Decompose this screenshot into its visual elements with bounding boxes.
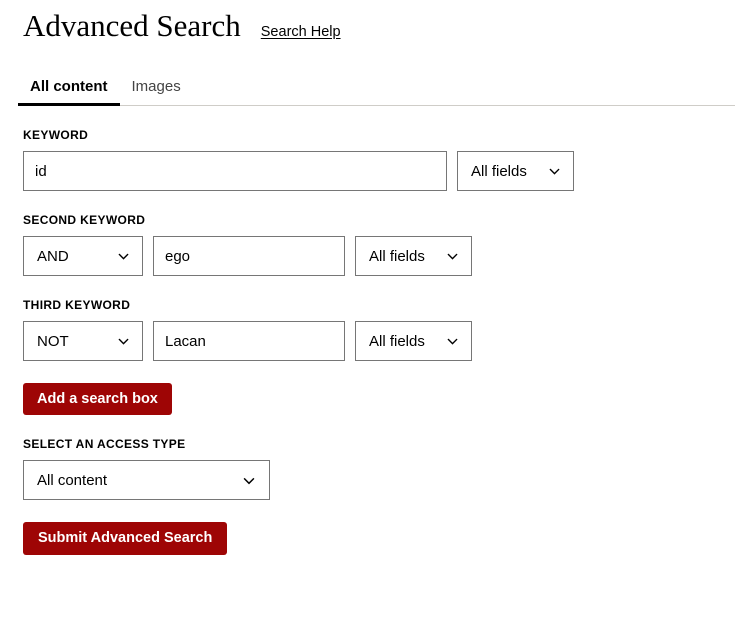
second-keyword-input[interactable]: [153, 236, 345, 276]
keyword-section: KEYWORD All fields: [23, 128, 743, 191]
second-keyword-row: AND All fields: [23, 236, 743, 276]
chevron-down-icon: [548, 165, 561, 178]
search-help-link[interactable]: Search Help: [261, 24, 341, 40]
chevron-down-icon: [117, 250, 130, 263]
third-keyword-field-select-value: All fields: [369, 332, 425, 350]
third-keyword-operator-value: NOT: [37, 332, 69, 350]
second-keyword-field-select[interactable]: All fields: [355, 236, 472, 276]
keyword-field-select[interactable]: All fields: [457, 151, 574, 191]
third-keyword-operator-select[interactable]: NOT: [23, 321, 143, 361]
access-type-section: SELECT AN ACCESS TYPE All content: [23, 437, 743, 500]
second-keyword-operator-value: AND: [37, 247, 69, 265]
chevron-down-icon: [117, 335, 130, 348]
advanced-search-form: KEYWORD All fields SECOND KEYWORD AND Al: [0, 128, 743, 555]
second-keyword-operator-select[interactable]: AND: [23, 236, 143, 276]
keyword-field-select-value: All fields: [471, 162, 527, 180]
keyword-label: KEYWORD: [23, 128, 89, 142]
second-keyword-section: SECOND KEYWORD AND All fields: [23, 213, 743, 276]
chevron-down-icon: [446, 335, 459, 348]
third-keyword-label: THIRD KEYWORD: [23, 298, 131, 312]
add-search-box-button[interactable]: Add a search box: [23, 383, 172, 415]
chevron-down-icon: [446, 250, 459, 263]
keyword-row: All fields: [23, 151, 743, 191]
page-header: Advanced Search Search Help: [0, 0, 743, 44]
tab-all-content-label: All content: [30, 78, 108, 95]
tab-images[interactable]: Images: [120, 78, 193, 105]
third-keyword-row: NOT All fields: [23, 321, 743, 361]
second-keyword-label: SECOND KEYWORD: [23, 213, 146, 227]
access-type-label: SELECT AN ACCESS TYPE: [23, 437, 186, 451]
keyword-input[interactable]: [23, 151, 447, 191]
access-type-select[interactable]: All content: [23, 460, 270, 500]
tab-all-content[interactable]: All content: [18, 78, 120, 106]
access-type-select-value: All content: [37, 471, 108, 489]
chevron-down-icon: [242, 474, 255, 487]
page-title: Advanced Search: [23, 8, 241, 43]
third-keyword-input[interactable]: [153, 321, 345, 361]
second-keyword-field-select-value: All fields: [369, 247, 425, 265]
third-keyword-field-select[interactable]: All fields: [355, 321, 472, 361]
tab-bar: All content Images: [18, 70, 735, 106]
submit-advanced-search-button[interactable]: Submit Advanced Search: [23, 522, 228, 555]
tab-images-label: Images: [131, 78, 181, 95]
third-keyword-section: THIRD KEYWORD NOT All fields: [23, 298, 743, 361]
